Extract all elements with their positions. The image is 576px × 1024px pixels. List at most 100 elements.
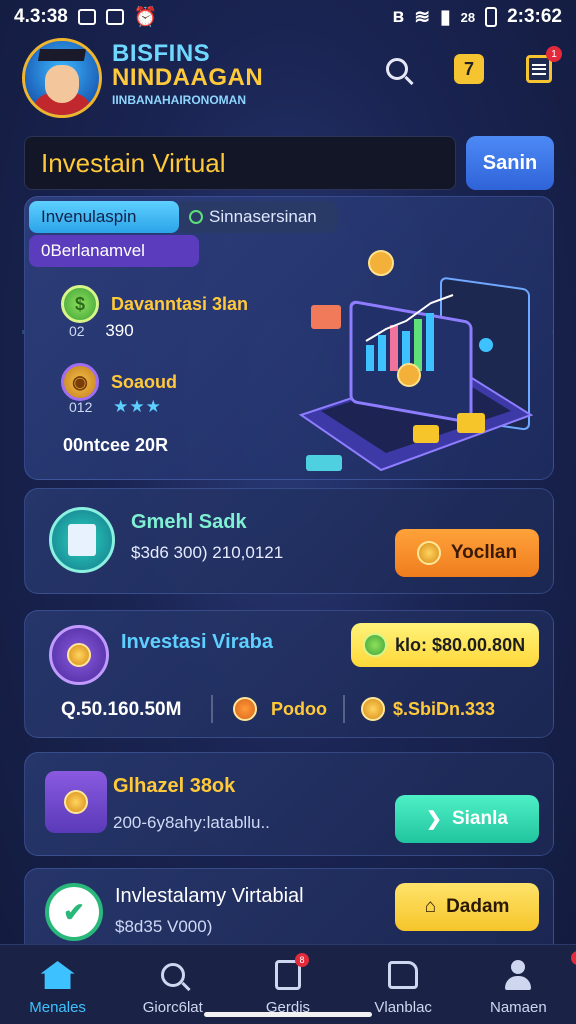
stat1-sub: 02 390 — [69, 321, 134, 341]
brand-name: BISFINS NINDAAGAN IINBANAHAIRONOMAN — [112, 40, 264, 107]
nav-item-home[interactable]: Menales — [3, 959, 113, 1016]
card1-action-label: Yocllan — [450, 542, 518, 563]
signal-icon: ▮ — [440, 6, 451, 28]
brand-line1: BISFINS — [112, 40, 211, 67]
circle-icon — [189, 210, 203, 224]
nav-home-label: Menales — [29, 999, 86, 1016]
search-icon — [160, 963, 185, 987]
stat2-small: 012 — [69, 399, 93, 415]
task-list-button[interactable]: 1 — [522, 46, 562, 86]
product-card-3[interactable]: Glhazel 38ok 200-6y8ahy:latabllu.. ❯ Sia… — [24, 752, 554, 856]
status-time-left: 4.3:38 — [14, 6, 68, 27]
card3-action-button[interactable]: ❯ Sianla — [395, 795, 539, 843]
logo-face — [45, 65, 79, 103]
check-growth-icon: ✔ — [45, 883, 103, 941]
status-bar: 4.3:38 ⏰ ʙ ≋ ▮ 28 2:3:62 — [0, 0, 576, 34]
tab-investment[interactable]: Invenulaspin — [29, 201, 179, 233]
dollar-coin-icon: $ — [61, 285, 99, 323]
coin-icon — [416, 541, 441, 565]
nav-profile-label: Namaen — [489, 999, 547, 1016]
bluetooth-icon: ʙ — [392, 6, 405, 27]
stat1-value: 390 — [105, 321, 134, 340]
status-time-right: 2:3:62 — [507, 6, 562, 27]
card2-item2: Podoo — [271, 699, 327, 719]
stat-row-1: $ Davanntasi 3lan — [61, 285, 248, 323]
brand-line2: NINDAAGAN — [112, 64, 264, 91]
nav-item-library[interactable]: Vlanblac — [348, 959, 458, 1016]
notification-badge: 1 — [546, 46, 562, 62]
profile-badge: 7 — [571, 951, 576, 965]
product-card-1[interactable]: Gmehl Sadk $3d6 300) 210,0121 Yocllan — [24, 488, 554, 594]
card1-sub: $3d6 300) 210,0121 — [131, 543, 284, 562]
alarm-icon: ⏰ — [133, 7, 158, 28]
documents-badge: 8 — [294, 953, 309, 967]
search-submit-button[interactable]: Sanin — [466, 136, 554, 190]
card4-title: Invlestalamy Virtabial — [115, 885, 304, 907]
message-icon — [77, 9, 96, 25]
search-input[interactable]: Investain Virtual — [24, 136, 456, 190]
box-coin-icon — [64, 790, 88, 814]
hero-footer-text: 00ntcee 20R — [63, 435, 169, 455]
home-icon — [40, 961, 75, 989]
laptop-illustration — [298, 250, 534, 472]
card2-price: klo: $80.00.80N — [395, 634, 526, 655]
card3-action-label: Sianla — [451, 808, 508, 829]
orange-coin-icon — [233, 697, 257, 721]
card3-sub: 200-6y8ahy:latabllu.. — [113, 813, 270, 832]
card4-action-button[interactable]: ⌂ Dadam — [395, 883, 539, 931]
nav-item-documents[interactable]: 8 Gerdis — [233, 953, 343, 1016]
brand-tagline: IINBANAHAIRONOMAN — [112, 93, 246, 107]
photo-icon — [105, 9, 124, 25]
green-coin-icon — [363, 633, 387, 657]
stat2-title: Soaoud — [111, 371, 177, 392]
tab-simulation-label: Sinnasersinan — [209, 207, 317, 226]
card1-action-button[interactable]: Yocllan — [395, 529, 539, 577]
home-badge-icon: ⌂ — [424, 896, 437, 917]
card2-item3: $.SbiDn.333 — [393, 699, 496, 719]
book-icon — [388, 961, 419, 989]
tab-category[interactable]: 0Berlanamvel — [29, 235, 199, 267]
gold-coin-icon: ◉ — [61, 363, 99, 401]
card2-divider-2 — [343, 695, 345, 723]
gold-stack-icon — [361, 697, 385, 721]
treasure-box-icon — [45, 771, 107, 833]
calendar-button[interactable]: 7 — [452, 52, 486, 86]
status-left: 4.3:38 ⏰ — [14, 5, 158, 29]
search-icon — [386, 58, 408, 80]
stat1-title: Davanntasi 3lan — [111, 293, 249, 314]
product-card-2[interactable]: Investasi Viraba klo: $80.00.80N Q.50.16… — [24, 610, 554, 738]
card2-divider-1 — [211, 695, 213, 723]
card3-title: Glhazel 38ok — [113, 775, 236, 797]
card2-price-chip: klo: $80.00.80N — [351, 623, 539, 667]
card4-action-label: Dadam — [446, 896, 510, 917]
nav-item-profile[interactable]: 7 Namaen — [463, 951, 576, 1016]
graduation-cap-icon — [37, 49, 87, 61]
search-row: Investain Virtual Sanin — [24, 136, 554, 190]
server-icon — [49, 507, 115, 573]
status-right: ʙ ≋ ▮ 28 2:3:62 — [393, 6, 562, 29]
card4-sub: $8d35 V000) — [115, 917, 213, 936]
card1-title: Gmehl Sadk — [131, 511, 247, 533]
wifi-icon: ≋ — [414, 6, 431, 28]
nav-search-label: Giorc6lat — [142, 999, 203, 1016]
nav-library-label: Vlanblac — [374, 999, 432, 1016]
user-icon — [503, 960, 533, 990]
coin-stack-icon — [67, 643, 91, 667]
hero-card: Sinnasersinan Invenulaspin 0Berlanamvel … — [24, 196, 554, 480]
stat-row-2: ◉ Soaoud — [61, 363, 177, 401]
card2-title: Investasi Viraba — [121, 631, 273, 653]
header-search-button[interactable] — [380, 52, 414, 86]
card2-value: Q.50.160.50M — [61, 699, 182, 720]
app-header: BISFINS NINDAAGAN IINBANAHAIRONOMAN 7 1 — [0, 34, 576, 118]
rating-stars: ★★★ — [113, 397, 162, 416]
app-logo — [22, 38, 102, 118]
nav-item-search[interactable]: Giorc6lat — [118, 959, 228, 1016]
checkmark-icon: ✔ — [63, 896, 85, 927]
battery-icon — [485, 7, 498, 27]
calendar-icon: 7 — [454, 54, 484, 84]
home-indicator[interactable] — [204, 1012, 372, 1017]
stat1-small: 02 — [69, 323, 85, 339]
battery-label: 28 — [460, 9, 476, 25]
stat2-sub: 012 ★★★ — [69, 397, 162, 417]
coins-stack-icon — [49, 625, 109, 685]
